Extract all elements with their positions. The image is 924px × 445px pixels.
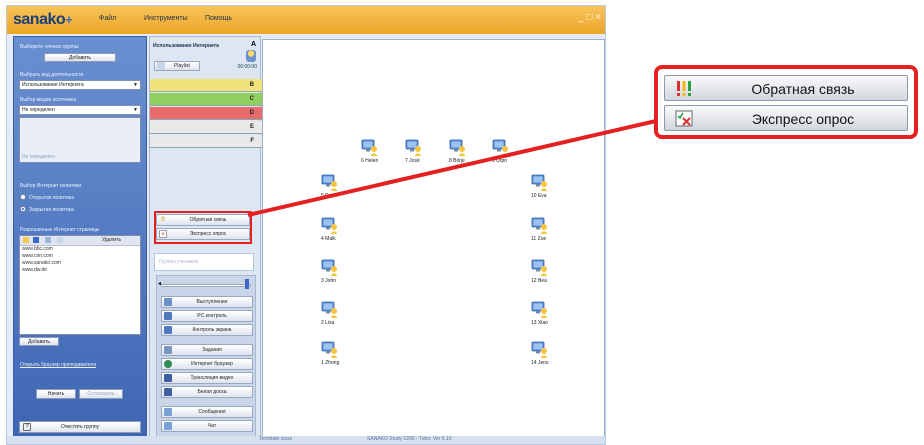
feedback-label-zoomed: Обратная связь [751,81,855,97]
quick-poll-label-zoomed: Экспресс опрос [751,111,855,127]
quick-poll-icon [675,110,693,127]
feedback-icon [677,81,691,96]
zoom-callout: Обратная связь Экспресс опрос [654,65,918,139]
quick-poll-button-zoomed[interactable]: Экспресс опрос [664,105,908,131]
feedback-button-zoomed[interactable]: Обратная связь [664,75,908,101]
